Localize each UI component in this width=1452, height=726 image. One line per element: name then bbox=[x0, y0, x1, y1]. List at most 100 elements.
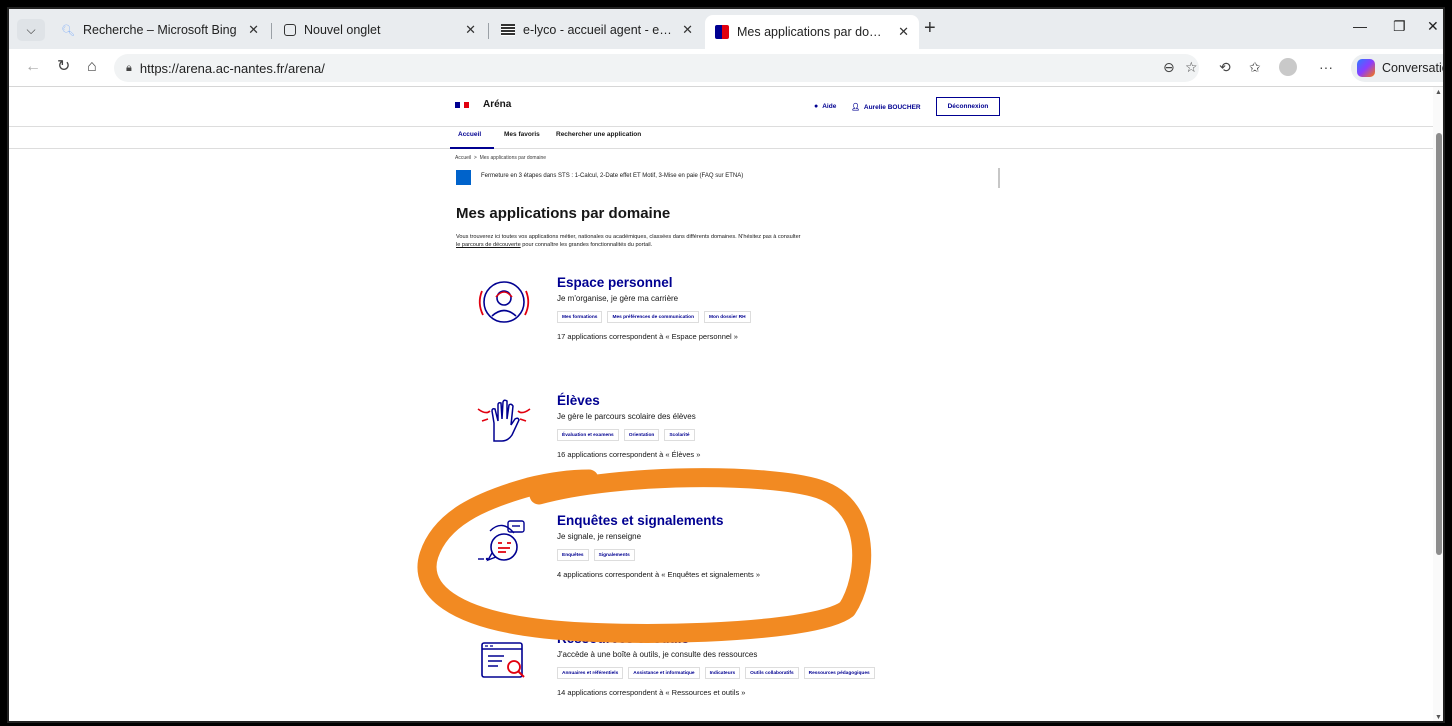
restore-icon[interactable]: ❐ bbox=[1393, 18, 1406, 35]
tab-e-lyco[interactable]: e-lyco - accueil agent - e-lyco ✕ bbox=[491, 14, 703, 46]
tag-mes-formations[interactable]: Mes formations bbox=[557, 311, 603, 323]
refresh-icon[interactable]: ↻ bbox=[57, 58, 70, 76]
info-notice: Fermeture en 3 étapes dans STS : 1-Calcu… bbox=[456, 168, 1000, 188]
question-icon: ● bbox=[814, 103, 819, 110]
address-bar[interactable]: 🔒︎ https://arena.ac-nantes.fr/arena/ bbox=[114, 54, 1199, 82]
tag-scolarite[interactable]: Scolarité bbox=[664, 429, 695, 441]
tag-enquetes[interactable]: Enquêtes bbox=[557, 549, 589, 561]
user-account-link[interactable]: 👤︎ Aurelie BOUCHER bbox=[851, 103, 921, 112]
document-search-icon bbox=[481, 642, 525, 678]
domain-title[interactable]: Enquêtes et signalements bbox=[557, 513, 724, 528]
new-tab-page-icon bbox=[284, 24, 296, 36]
back-icon[interactable]: ← bbox=[25, 58, 41, 76]
domain-title[interactable]: Ressources et outils bbox=[557, 631, 689, 646]
copilot-icon bbox=[1357, 59, 1375, 77]
web-page: Aréna ● Aide 👤︎ Aurelie BOUCHER Déconnex… bbox=[9, 87, 1433, 721]
tab-separator bbox=[271, 23, 272, 39]
zoom-icon[interactable]: ⊖ bbox=[1163, 59, 1175, 76]
scrollbar-thumb[interactable] bbox=[1436, 133, 1442, 555]
domain-tags: Mes formations Mes préférences de commun… bbox=[557, 311, 751, 323]
nav-favoris[interactable]: Mes favoris bbox=[504, 131, 540, 138]
logout-button[interactable]: Déconnexion bbox=[936, 97, 1000, 116]
tag-preferences-communication[interactable]: Mes préférences de communication bbox=[607, 311, 700, 323]
header-divider bbox=[9, 126, 1433, 127]
breadcrumb-current: Mes applications par domaine bbox=[479, 155, 547, 161]
nav-divider bbox=[9, 148, 1433, 149]
domain-enquetes-signalements: Enquêtes et signalements Je signale, je … bbox=[474, 513, 1014, 583]
minimize-icon[interactable]: — bbox=[1353, 18, 1367, 34]
tag-signalements[interactable]: Signalements bbox=[593, 549, 635, 561]
home-icon[interactable]: ⌂ bbox=[87, 58, 97, 76]
domain-tags: Évaluation et examens Orientation Scolar… bbox=[557, 429, 695, 441]
help-link[interactable]: ● Aide bbox=[814, 103, 836, 110]
tag-indicateurs[interactable]: Indicateurs bbox=[704, 667, 741, 679]
close-icon[interactable]: ✕ bbox=[898, 24, 909, 40]
domain-title[interactable]: Élèves bbox=[557, 393, 600, 408]
close-icon[interactable]: ✕ bbox=[248, 22, 259, 38]
tag-evaluation-examens[interactable]: Évaluation et examens bbox=[557, 429, 619, 441]
page-scrollbar[interactable]: ▲ ▼ bbox=[1433, 87, 1443, 721]
lock-icon: 🔒︎ bbox=[126, 61, 132, 74]
domain-ressources-outils: Ressources et outils J'accède à une boît… bbox=[474, 631, 1014, 701]
tag-annuaires-referentiels[interactable]: Annuaires et référentiels bbox=[557, 667, 624, 679]
domain-tags: Enquêtes Signalements bbox=[557, 549, 635, 561]
toolbar: ← ↻ ⌂ 🔒︎ https://arena.ac-nantes.fr/aren… bbox=[9, 49, 1443, 87]
domain-app-count[interactable]: 14 applications correspondent à « Ressou… bbox=[557, 688, 745, 697]
marianne-flag-icon bbox=[455, 101, 470, 108]
favorite-star-icon[interactable]: ☆ bbox=[1185, 59, 1198, 76]
page-title: Mes applications par domaine bbox=[456, 205, 671, 222]
tag-dossier-rh[interactable]: Mon dossier RH bbox=[704, 311, 751, 323]
site-brand[interactable]: Aréna bbox=[455, 99, 511, 110]
browser-window: ⌵ 🔍︎ Recherche – Microsoft Bing ✕ Nouvel… bbox=[7, 7, 1445, 723]
chat-bubbles-icon bbox=[478, 520, 525, 562]
domain-app-count[interactable]: 16 applications correspondent à « Élèves… bbox=[557, 450, 700, 459]
nav-rechercher[interactable]: Rechercher une application bbox=[556, 131, 641, 138]
intro-text: Vous trouverez ici toutes vos applicatio… bbox=[456, 234, 801, 248]
hand-raised-icon bbox=[477, 399, 531, 442]
tab-new-tab[interactable]: Nouvel onglet ✕ bbox=[274, 14, 486, 46]
close-window-icon[interactable]: ✕ bbox=[1427, 18, 1439, 35]
tag-outils-collaboratifs[interactable]: Outils collaboratifs bbox=[745, 667, 799, 679]
chevron-down-icon: ⌵ bbox=[26, 22, 36, 37]
tab-bing[interactable]: 🔍︎ Recherche – Microsoft Bing ✕ bbox=[51, 14, 269, 46]
e-lyco-icon bbox=[501, 24, 515, 36]
scroll-down-icon[interactable]: ▼ bbox=[1435, 714, 1442, 721]
domain-description: Je m'organise, je gère ma carrière bbox=[557, 294, 679, 303]
domain-title[interactable]: Espace personnel bbox=[557, 275, 673, 290]
breadcrumb: Accueil > Mes applications par domaine bbox=[455, 155, 547, 161]
more-icon[interactable]: ··· bbox=[1319, 59, 1333, 75]
search-icon: 🔍︎ bbox=[61, 24, 75, 37]
domain-tags: Annuaires et référentiels Assistance et … bbox=[557, 667, 875, 679]
copilot-button[interactable]: Conversation bbox=[1351, 54, 1443, 82]
profile-avatar-icon[interactable] bbox=[1279, 58, 1297, 76]
scroll-up-icon[interactable]: ▲ bbox=[1435, 89, 1442, 96]
close-icon[interactable]: ✕ bbox=[465, 22, 476, 38]
user-icon: 👤︎ bbox=[851, 104, 860, 111]
tag-orientation[interactable]: Orientation bbox=[623, 429, 660, 441]
close-icon[interactable]: ✕ bbox=[682, 22, 693, 38]
domain-eleves: Élèves Je gère le parcours scolaire des … bbox=[474, 393, 1014, 463]
new-tab-button[interactable]: + bbox=[924, 18, 936, 38]
extensions-icon[interactable]: ⟲ bbox=[1219, 59, 1231, 76]
tab-strip: ⌵ 🔍︎ Recherche – Microsoft Bing ✕ Nouvel… bbox=[9, 9, 1443, 49]
domain-espace-personnel: Espace personnel Je m'organise, je gère … bbox=[474, 275, 1014, 345]
domain-app-count[interactable]: 4 applications correspondent à « Enquête… bbox=[557, 570, 760, 579]
url-text: https://arena.ac-nantes.fr/arena/ bbox=[139, 60, 325, 76]
tab-separator bbox=[488, 23, 489, 39]
breadcrumb-home[interactable]: Accueil bbox=[455, 155, 471, 161]
discovery-link[interactable]: le parcours de découverte bbox=[456, 242, 521, 248]
tag-ressources-pedagogiques[interactable]: Ressources pédagogiques bbox=[803, 667, 875, 679]
favorites-icon[interactable]: ✩ bbox=[1249, 59, 1261, 76]
profile-icon bbox=[478, 281, 530, 323]
domain-description: J'accède à une boîte à outils, je consul… bbox=[557, 650, 758, 659]
info-icon bbox=[456, 170, 471, 185]
domain-app-count[interactable]: 17 applications correspondent à « Espace… bbox=[557, 332, 738, 341]
tag-assistance-informatique[interactable]: Assistance et informatique bbox=[628, 667, 700, 679]
active-nav-indicator bbox=[450, 147, 494, 149]
domain-description: Je signale, je renseigne bbox=[557, 532, 642, 541]
arena-icon bbox=[715, 25, 729, 39]
plus-icon: + bbox=[924, 17, 936, 39]
tab-arena[interactable]: Mes applications par domaine | Ar ✕ bbox=[705, 15, 919, 49]
nav-accueil[interactable]: Accueil bbox=[458, 131, 481, 138]
tab-actions-menu-button[interactable]: ⌵ bbox=[17, 19, 45, 41]
